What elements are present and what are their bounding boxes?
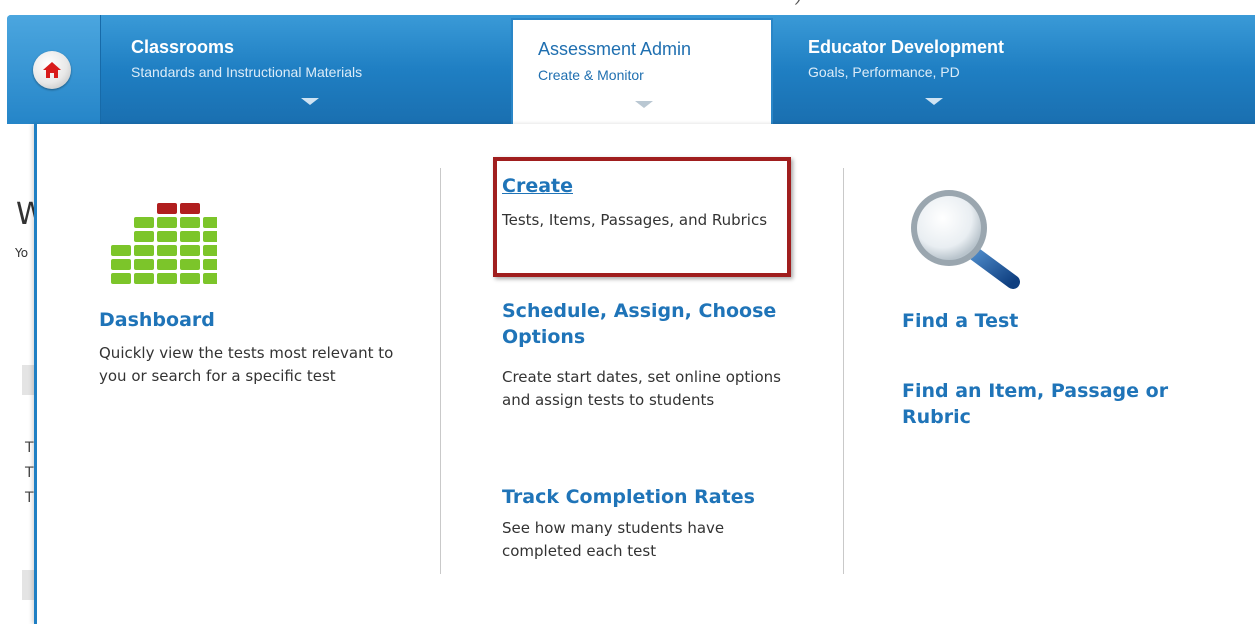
chart-icon-block — [157, 259, 177, 270]
chart-icon-block — [157, 245, 177, 256]
tab-educator-development-title: Educator Development — [808, 37, 1005, 57]
create-highlight-box — [493, 157, 791, 277]
chevron-down-icon — [635, 101, 653, 108]
schedule-assign-description: Create start dates, set online options a… — [502, 368, 781, 409]
chart-icon-block — [157, 231, 177, 242]
tab-assessment-admin[interactable]: Assessment Admin Create & Monitor — [511, 18, 773, 124]
chart-icon-block — [203, 245, 217, 256]
chart-icon-block — [203, 217, 217, 228]
magnifier-icon — [911, 190, 1020, 289]
schedule-assign-link[interactable]: Schedule, Assign, Choose Options — [502, 298, 802, 350]
bar-chart-icon — [111, 203, 217, 284]
main-nav-bar: Classrooms Standards and Instructional M… — [7, 15, 1255, 124]
chart-icon-block — [203, 231, 217, 242]
tab-assessment-admin-title: Assessment Admin — [538, 39, 692, 59]
background-list-fragment: T — [25, 490, 34, 506]
background-subtext-fragment: Yo — [15, 246, 29, 260]
home-icon — [43, 62, 61, 78]
chart-icon-block — [134, 217, 154, 228]
tab-classrooms[interactable]: Classrooms Standards and Instructional M… — [131, 15, 491, 124]
chart-icon-block — [111, 259, 131, 270]
tab-classrooms-title: Classrooms — [131, 37, 235, 57]
chart-icon-block — [111, 273, 131, 284]
chart-icon-block — [180, 217, 200, 228]
home-button[interactable] — [33, 51, 71, 89]
chart-icon-block — [180, 231, 200, 242]
track-completion-link[interactable]: Track Completion Rates — [502, 484, 755, 510]
chart-icon-block — [134, 231, 154, 242]
chart-icon-block — [157, 273, 177, 284]
chart-icon-block — [180, 203, 200, 214]
background-list-fragment: T — [25, 465, 34, 481]
chart-icon-block — [134, 273, 154, 284]
tab-educator-development[interactable]: Educator Development Goals, Performance,… — [808, 15, 1108, 124]
chart-icon-block — [203, 259, 217, 270]
chart-icon-block — [180, 259, 200, 270]
chart-icon-block — [157, 217, 177, 228]
find-item-passage-rubric-link[interactable]: Find an Item, Passage or Rubric — [902, 378, 1202, 430]
chart-icon-block — [180, 273, 200, 284]
tab-assessment-admin-subtitle: Create & Monitor — [538, 67, 644, 83]
tab-classrooms-subtitle: Standards and Instructional Materials — [131, 64, 363, 80]
dashboard-description: Quickly view the tests most relevant to … — [99, 344, 394, 385]
chart-icon-block — [203, 273, 217, 284]
tab-educator-development-subtitle: Goals, Performance, PD — [808, 64, 960, 80]
home-cell — [7, 15, 101, 124]
top-edge-fragment: ) — [793, 0, 818, 9]
chart-icon-block — [111, 245, 131, 256]
chevron-down-icon — [925, 98, 943, 105]
column-divider — [843, 168, 844, 574]
dashboard-link[interactable]: Dashboard — [99, 307, 215, 333]
chart-icon-block — [134, 245, 154, 256]
chart-icon-block — [134, 259, 154, 270]
chevron-down-icon — [301, 98, 319, 105]
chart-icon-block — [157, 203, 177, 214]
chart-icon-block — [180, 245, 200, 256]
find-test-link[interactable]: Find a Test — [902, 308, 1018, 334]
track-completion-description: See how many students have completed eac… — [502, 519, 725, 560]
assessment-admin-dropdown: Dashboard Quickly view the tests most re… — [34, 124, 1255, 624]
column-divider — [440, 168, 441, 574]
background-list-fragment: T — [25, 440, 34, 456]
